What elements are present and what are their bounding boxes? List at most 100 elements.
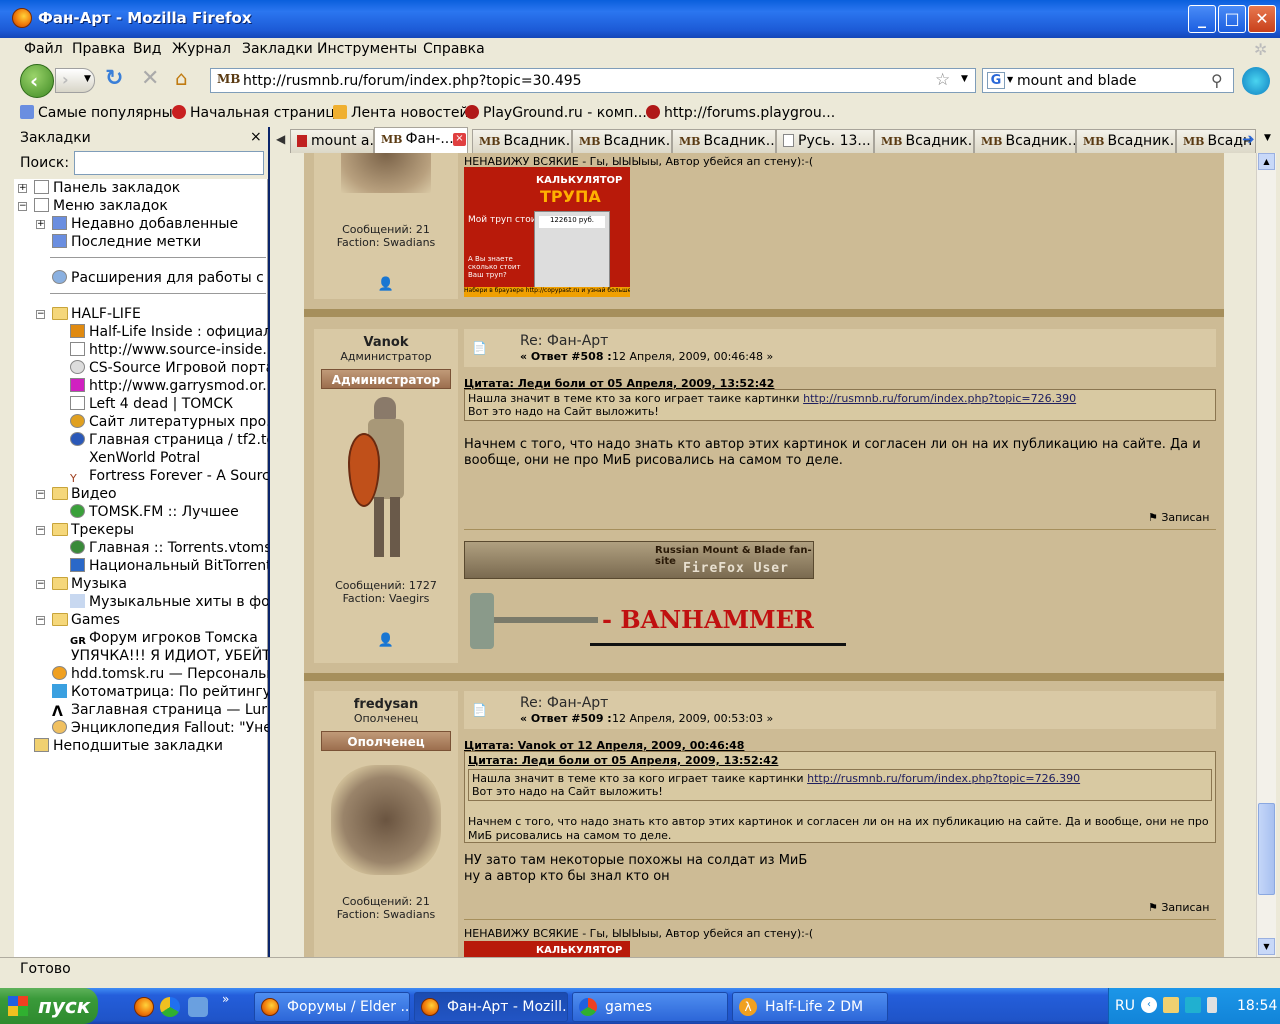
tree-item-g3[interactable]: hdd.tomsk.ru — Персональн... xyxy=(52,665,268,683)
tree-item-t1[interactable]: Главная :: Torrents.vtoms... xyxy=(70,539,268,557)
bookmark-playground[interactable]: PlayGround.ru - комп... xyxy=(465,105,647,121)
tree-recent-added[interactable]: Недавно добавленные xyxy=(52,215,238,233)
tab-scroll-right-icon[interactable]: ➔ xyxy=(1242,130,1255,148)
author-name[interactable]: fredysan xyxy=(314,697,458,712)
google-engine-icon[interactable]: G xyxy=(987,72,1005,89)
tab-fanart[interactable]: MB Фан-... × xyxy=(374,127,468,153)
sidebar-close-icon[interactable]: × xyxy=(250,129,262,145)
menu-view[interactable]: Вид xyxy=(133,41,161,57)
menu-history[interactable]: Журнал xyxy=(172,41,231,57)
expand-icon[interactable]: + xyxy=(36,220,45,229)
inner-quote-header[interactable]: Цитата: Леди боли от 05 Апреля, 2009, 13… xyxy=(468,754,1212,767)
bookmark-playground-forums[interactable]: http://forums.playgrou... xyxy=(646,105,835,121)
menu-tools[interactable]: Инструменты xyxy=(317,41,417,57)
tab-scroll-left-icon[interactable]: ◀ xyxy=(276,132,285,146)
engine-dropdown-icon[interactable]: ▼ xyxy=(1007,75,1013,84)
stop-icon[interactable]: ✕ xyxy=(141,66,159,91)
profile-icon[interactable]: 👤 xyxy=(314,633,458,648)
tab-vsadnik-2[interactable]: MB Всадник... xyxy=(572,129,672,153)
tree-folder-games[interactable]: Games xyxy=(52,611,120,629)
task-halflife2dm[interactable]: λ Half-Life 2 DM xyxy=(732,992,888,1022)
tree-item-g4[interactable]: Котоматрица: По рейтингу xyxy=(52,683,268,701)
tray-back-icon[interactable]: ‹ xyxy=(1141,997,1157,1013)
forward-button[interactable]: › ▼ xyxy=(55,68,95,93)
tree-extensions[interactable]: Расширения для работы с з... xyxy=(52,269,268,287)
tree-item-hl7[interactable]: Главная страница / tf2.to... xyxy=(70,431,268,449)
tree-item-hl5[interactable]: Left 4 dead | ТОМСК xyxy=(70,395,233,413)
tree-menu[interactable]: Меню закладок xyxy=(34,197,168,215)
url-text[interactable]: http://rusmnb.ru/forum/index.php?topic=3… xyxy=(243,73,582,89)
sidebar-search-input[interactable] xyxy=(74,151,264,175)
tab-vsadnik-4[interactable]: MB Всадник... xyxy=(874,129,974,153)
tree-folder-music[interactable]: Музыка xyxy=(52,575,127,593)
tab-list-icon[interactable]: ▼ xyxy=(1264,133,1271,143)
tree-folder-halflife[interactable]: HALF-LIFE xyxy=(52,305,141,323)
tree-item-g2[interactable]: УПЯЧКА!!! Я ИДИОТ, УБЕЙТЕ... xyxy=(52,647,268,665)
save-link[interactable]: ⚑ Записан xyxy=(1148,901,1210,914)
tree-item-m1[interactable]: Музыкальные хиты в фо... xyxy=(70,593,268,611)
collapse-icon[interactable]: − xyxy=(36,580,45,589)
close-button[interactable]: ✕ xyxy=(1248,5,1276,33)
page-scrollbar[interactable]: ▲ ▼ xyxy=(1256,153,1276,957)
save-link[interactable]: ⚑ Записан xyxy=(1148,511,1210,524)
tray-volume-icon[interactable] xyxy=(1207,997,1217,1013)
url-dropdown-icon[interactable]: ▼ xyxy=(961,74,968,84)
post-title[interactable]: Re: Фан-Арт xyxy=(520,695,608,711)
tree-item-g5[interactable]: Λ Заглавная страница — Lurk... xyxy=(52,701,268,720)
tree-item-hl2[interactable]: http://www.source-inside.r... xyxy=(70,341,268,359)
tab-vsadnik-3[interactable]: MB Всадник... xyxy=(672,129,776,153)
tree-item-v1[interactable]: TOMSK.FM :: Лучшее xyxy=(70,503,239,521)
tree-folder-trackers[interactable]: Трекеры xyxy=(52,521,134,539)
tree-item-hl8[interactable]: XenWorld Potral xyxy=(70,449,200,467)
home-icon[interactable]: ⌂ xyxy=(175,66,188,90)
collapse-icon[interactable]: − xyxy=(36,310,45,319)
tree-item-hl1[interactable]: Half-Life Inside : официаль... xyxy=(70,323,268,341)
tab-vsadnik-6[interactable]: MB Всадник... xyxy=(1076,129,1176,153)
quicklaunch-app-icon[interactable] xyxy=(188,997,208,1017)
scroll-up-button[interactable]: ▲ xyxy=(1258,153,1275,170)
menu-edit[interactable]: Правка xyxy=(72,41,125,57)
back-button[interactable]: ‹ xyxy=(20,64,54,98)
tree-panel[interactable]: Панель закладок xyxy=(34,179,180,197)
search-bar[interactable]: G ▼ mount and blade ⚲ xyxy=(982,68,1234,93)
quicklaunch-firefox-icon[interactable] xyxy=(134,997,154,1017)
quote-link[interactable]: http://rusmnb.ru/forum/index.php?topic=7… xyxy=(807,772,1080,785)
tree-item-hl4[interactable]: http://www.garrysmod.or... xyxy=(70,377,268,395)
tray-network-icon[interactable] xyxy=(1185,997,1201,1013)
tray-app-icon[interactable] xyxy=(1163,997,1179,1013)
quote-link[interactable]: http://rusmnb.ru/forum/index.php?topic=7… xyxy=(803,392,1076,405)
tree-item-hl6[interactable]: Сайт литературных про... xyxy=(70,413,268,431)
bookmark-news-feed[interactable]: Лента новостей xyxy=(333,105,469,121)
task-elder-forums[interactable]: Форумы / Elder ... xyxy=(254,992,410,1022)
tab-mount[interactable]: mount a... xyxy=(290,129,374,153)
tab-close-icon[interactable]: × xyxy=(453,133,466,146)
tree-item-g1[interactable]: GR Форум игроков Томска xyxy=(70,629,258,647)
tree-item-g6[interactable]: Энциклопедия Fallout: "Унес... xyxy=(52,719,268,737)
bookmark-popular[interactable]: Самые популярные xyxy=(20,105,181,121)
menu-file[interactable]: Файл xyxy=(24,41,63,57)
bookmark-start-page[interactable]: Начальная страница xyxy=(172,105,343,121)
history-dropdown-icon[interactable]: ▼ xyxy=(84,74,91,84)
address-bar[interactable]: MB http://rusmnb.ru/forum/index.php?topi… xyxy=(210,68,976,93)
minimize-button[interactable]: _ xyxy=(1188,5,1216,33)
collapse-icon[interactable]: − xyxy=(36,616,45,625)
tree-folder-video[interactable]: Видео xyxy=(52,485,117,503)
tab-vsadnik-1[interactable]: MB Всадник... xyxy=(472,129,572,153)
profile-icon[interactable]: 👤 xyxy=(314,277,458,292)
scroll-thumb[interactable] xyxy=(1258,803,1275,895)
search-icon[interactable]: ⚲ xyxy=(1211,71,1223,90)
reload-icon[interactable]: ↻ xyxy=(105,66,123,91)
author-name[interactable]: Vanok xyxy=(314,335,458,350)
menu-bookmarks[interactable]: Закладки xyxy=(242,41,313,57)
quicklaunch-more-icon[interactable]: » xyxy=(222,992,229,1006)
expand-icon[interactable]: + xyxy=(18,184,27,193)
start-button[interactable]: пуск xyxy=(0,988,98,1024)
language-indicator[interactable]: RU xyxy=(1115,998,1135,1014)
tab-rus[interactable]: Русь. 13... xyxy=(776,129,874,153)
task-games[interactable]: games xyxy=(572,992,728,1022)
post-title[interactable]: Re: Фан-Арт xyxy=(520,333,608,349)
bookmark-star-icon[interactable]: ☆ xyxy=(935,70,950,90)
quicklaunch-chrome-icon[interactable] xyxy=(160,997,180,1017)
collapse-icon[interactable]: − xyxy=(36,526,45,535)
skype-icon[interactable] xyxy=(1242,67,1270,95)
